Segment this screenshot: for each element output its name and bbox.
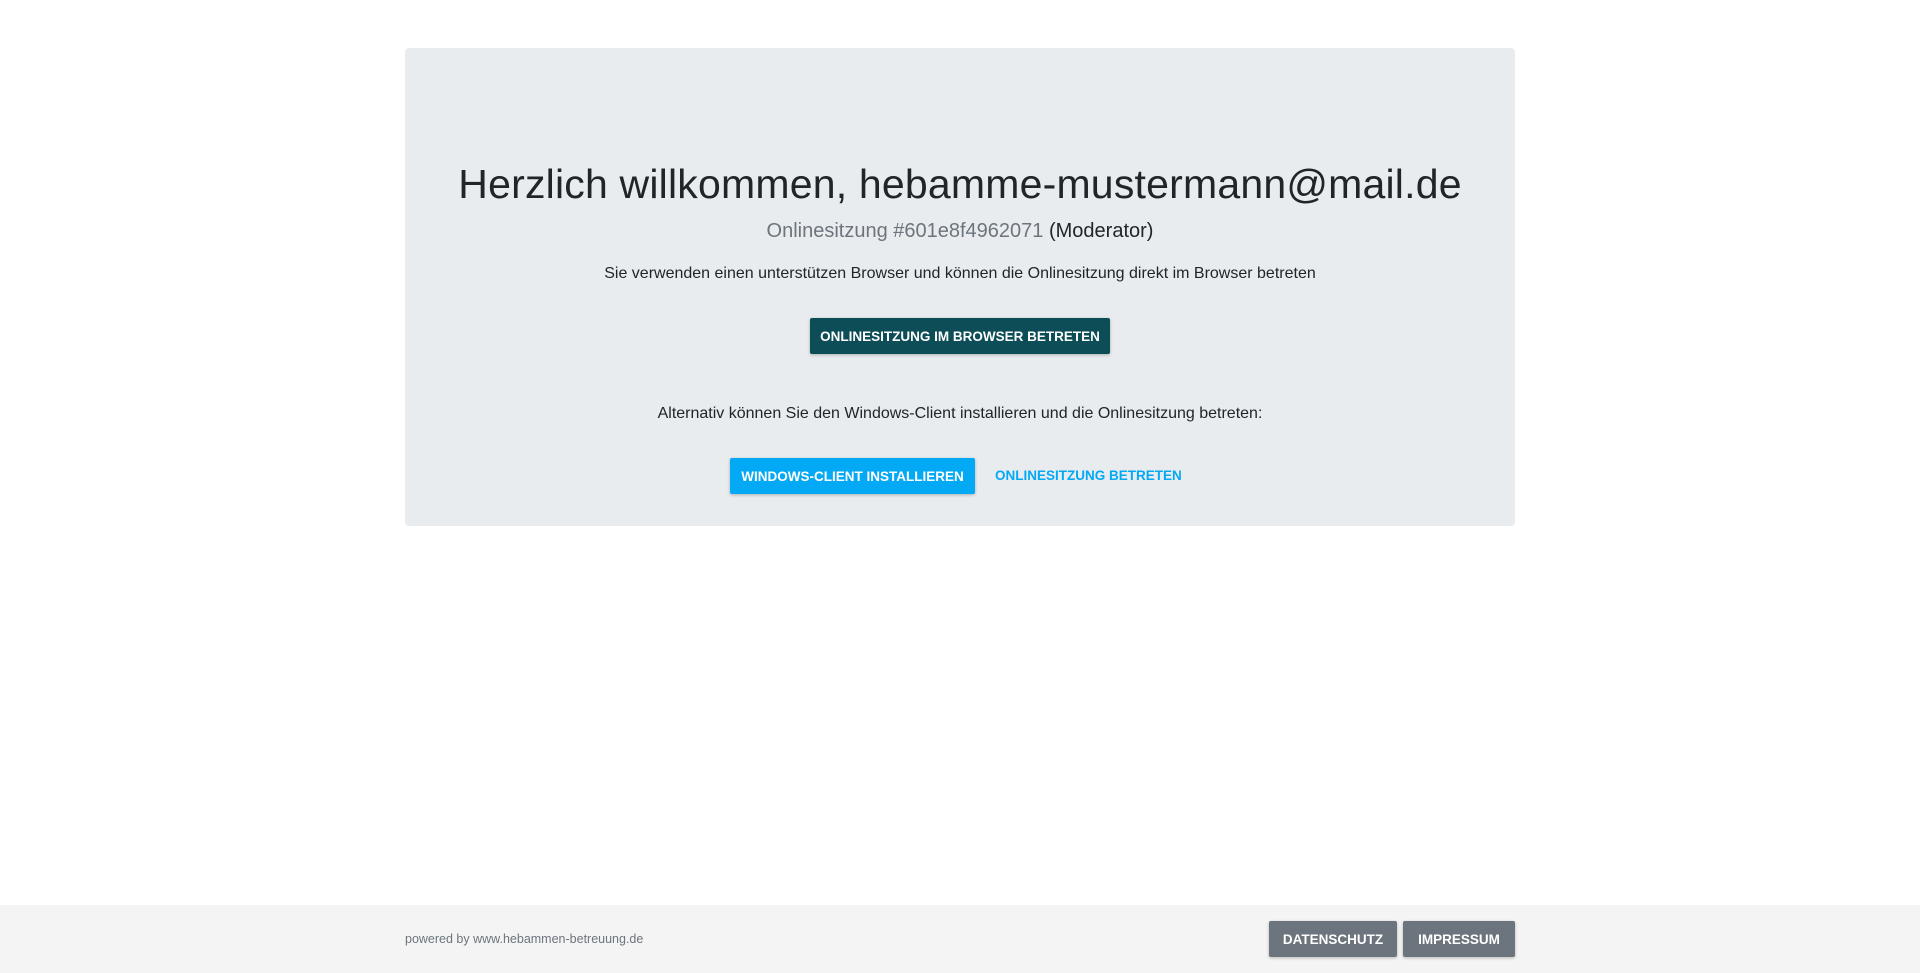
join-in-browser-button[interactable]: Onlinesitzung im Browser betreten bbox=[810, 318, 1110, 354]
impressum-button[interactable]: Impressum bbox=[1403, 921, 1515, 957]
browser-support-text: Sie verwenden einen unterstützen Browser… bbox=[604, 265, 1316, 282]
session-role: (Moderator) bbox=[1048, 220, 1154, 242]
powered-by-text: powered by www.hebammen-betreuung.de bbox=[405, 932, 644, 946]
install-windows-client-button[interactable]: Windows-Client installieren bbox=[730, 458, 975, 494]
datenschutz-button[interactable]: Datenschutz bbox=[1269, 921, 1397, 957]
alternative-text: Alternativ können Sie den Windows-Client… bbox=[657, 405, 1263, 422]
welcome-title: Herzlich willkommen, hebamme-mustermann@… bbox=[458, 161, 1462, 207]
welcome-card: Herzlich willkommen, hebamme-mustermann@… bbox=[405, 48, 1515, 526]
footer: powered by www.hebammen-betreuung.de Dat… bbox=[0, 905, 1920, 973]
session-id: Onlinesitzung #601e8f4962071 bbox=[766, 220, 1044, 242]
session-line: Onlinesitzung #601e8f4962071 (Moderator) bbox=[405, 218, 1515, 244]
join-session-link[interactable]: Onlinesitzung betreten bbox=[995, 458, 1182, 494]
page: Herzlich willkommen, hebamme-mustermann@… bbox=[0, 0, 1920, 973]
